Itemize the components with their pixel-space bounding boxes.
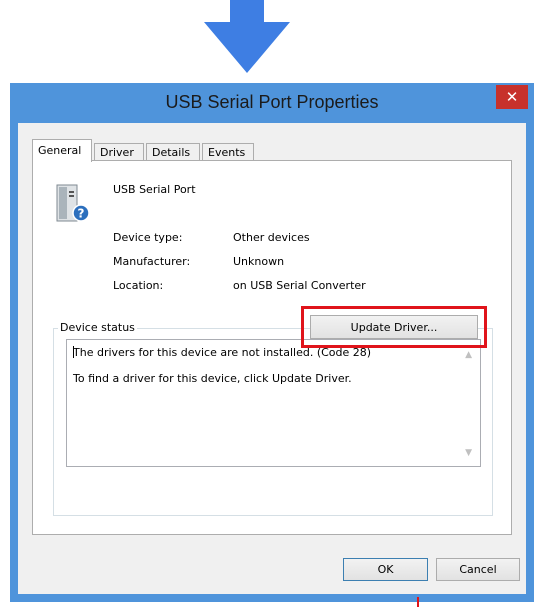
update-driver-button[interactable]: Update Driver... [310, 315, 478, 339]
cancel-button[interactable]: Cancel [436, 558, 520, 581]
update-driver-highlight: Update Driver... [301, 306, 487, 348]
down-arrow-icon [204, 0, 290, 73]
general-tab-panel: ? USB Serial Port Device type: Other dev… [32, 160, 512, 535]
close-icon: ✕ [505, 88, 519, 106]
svg-text:?: ? [78, 207, 85, 221]
device-status-group: Device status The drivers for this devic… [53, 321, 493, 516]
manufacturer-label: Manufacturer: [113, 255, 191, 268]
location-label: Location: [113, 279, 164, 292]
tab-events[interactable]: Events [202, 143, 254, 161]
tab-details[interactable]: Details [146, 143, 200, 161]
scroll-up-icon[interactable]: ▲ [465, 350, 472, 360]
tab-general[interactable]: General [32, 139, 92, 162]
manufacturer-value: Unknown [233, 255, 285, 268]
device-type-label: Device type: [113, 231, 183, 244]
usb-device-warning-icon: ? [56, 184, 90, 222]
location-value: on USB Serial Converter [233, 279, 366, 292]
ok-button[interactable]: OK [343, 558, 428, 581]
device-status-textbox[interactable]: The drivers for this device are not inst… [66, 339, 481, 467]
device-name: USB Serial Port [113, 183, 196, 196]
dialog-client-area: General Driver Details Events ? USB Seri… [18, 123, 526, 594]
title-bar[interactable]: USB Serial Port Properties ✕ [10, 83, 534, 123]
tab-driver[interactable]: Driver [94, 143, 144, 161]
close-button[interactable]: ✕ [496, 85, 528, 109]
red-pointer-mark [417, 597, 419, 607]
device-status-label: Device status [58, 321, 137, 334]
window-title: USB Serial Port Properties [165, 92, 379, 112]
device-type-value: Other devices [233, 231, 310, 244]
properties-window: USB Serial Port Properties ✕ General Dri… [10, 83, 534, 602]
status-line-2: To find a driver for this device, click … [73, 372, 352, 385]
scroll-down-icon[interactable]: ▼ [465, 448, 472, 458]
